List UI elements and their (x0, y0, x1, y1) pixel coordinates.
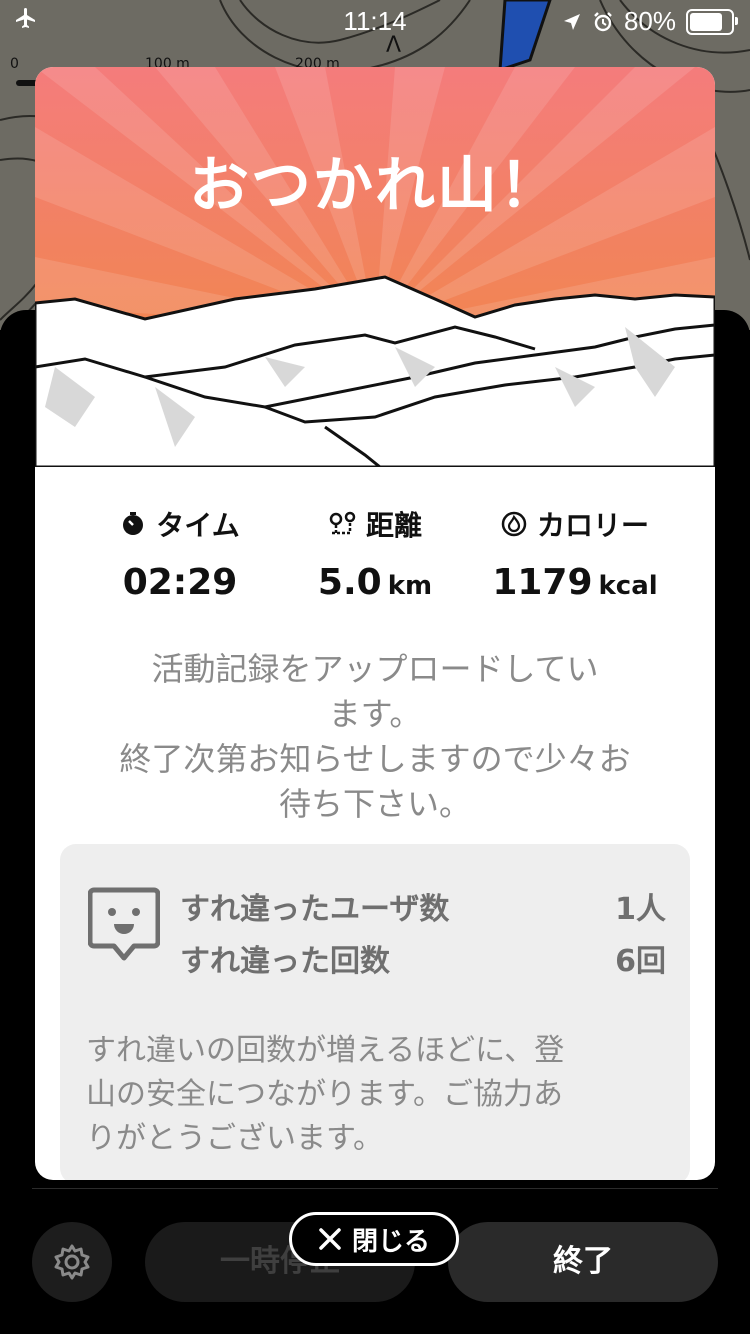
encounter-note: すれ違いの回数が増えるほどに、登 山の安全につながります。ご協力あ りがとうござ… (86, 1029, 676, 1161)
encounter-note-line: りがとうございます。 (86, 1121, 383, 1156)
summary-modal: おつかれ山！ タイム 02:29 距離 5.0 km カロリー 1179 kcal … (35, 67, 715, 1180)
encounter-count-label: すれ違った回数 (180, 944, 390, 979)
close-icon (319, 1228, 341, 1250)
upload-message-line: ます。 (328, 695, 422, 733)
stat-distance-unit: km (387, 571, 433, 601)
battery-icon (686, 8, 738, 35)
stats-row: タイム 02:29 距離 5.0 km カロリー 1179 kcal (35, 502, 715, 632)
encounter-note-line: すれ違いの回数が増えるほどに、登 (86, 1033, 565, 1068)
scale-label-0: 0 (10, 56, 19, 72)
alarm-icon (594, 11, 612, 31)
upload-message-line: 活動記録をアップロードしてい (151, 650, 599, 688)
stat-calories-unit: kcal (598, 571, 658, 601)
settings-button[interactable] (32, 1222, 112, 1302)
stat-time-label: タイム (156, 509, 240, 542)
stat-time: タイム 02:29 (75, 502, 285, 603)
stat-calories-label: カロリー (536, 509, 649, 542)
stat-time-value: 02:29 (122, 562, 238, 603)
gear-icon (54, 1244, 90, 1280)
close-button-label: 閉じる (351, 1226, 430, 1257)
upload-message-line: 終了次第お知らせしますので少々お (119, 740, 631, 778)
flame-icon (501, 511, 527, 537)
close-button[interactable]: 閉じる (289, 1212, 459, 1266)
upload-message-line: 待ち下さい。 (278, 785, 471, 823)
stat-distance: 距離 5.0 km (270, 502, 480, 603)
encounter-users-value: 1人 (615, 892, 666, 927)
stat-calories: カロリー 1179 kcal (450, 502, 700, 603)
encounter-count-row: すれ違った回数 6回 (180, 936, 666, 980)
location-arrow-icon (563, 13, 580, 30)
status-bar: 11:14 80% (0, 0, 750, 40)
stat-calories-value: 1179 (492, 562, 593, 603)
divider (32, 1188, 718, 1189)
smiley-face-icon (88, 887, 160, 961)
battery-percent: 80% (623, 6, 676, 36)
encounter-note-line: 山の安全につながります。ご協力あ (86, 1077, 563, 1112)
encounter-count-value: 6回 (615, 944, 666, 979)
end-button[interactable]: 終了 (448, 1222, 718, 1302)
hero-illustration: おつかれ山！ (35, 67, 715, 469)
stat-distance-value: 5.0 (317, 562, 382, 603)
modal-title: おつかれ山！ (189, 151, 561, 221)
stat-distance-label: 距離 (365, 509, 422, 542)
encounter-users-row: すれ違ったユーザ数 1人 (180, 884, 666, 928)
stopwatch-icon (123, 512, 144, 535)
upload-message: 活動記録をアップロードしてい ます。 終了次第お知らせしますので少々お 待ち下さ… (75, 647, 675, 827)
encounter-panel: すれ違ったユーザ数 1人 すれ違った回数 6回 すれ違いの回数が増えるほどに、登… (60, 844, 690, 1180)
encounter-users-label: すれ違ったユーザ数 (180, 892, 450, 927)
route-icon (329, 511, 356, 535)
